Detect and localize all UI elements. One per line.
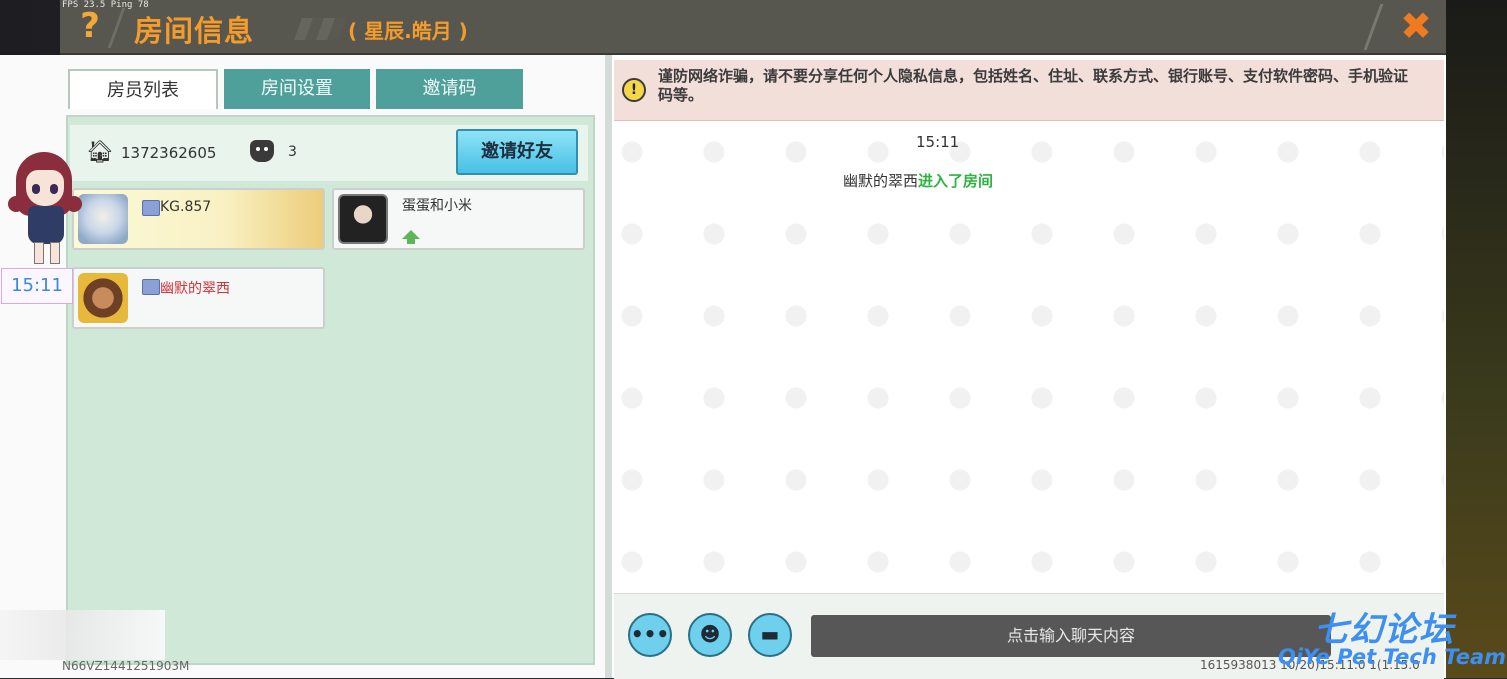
member-name: 幽默的翠西	[160, 281, 230, 297]
character-eye	[50, 184, 58, 194]
more-icon[interactable]: •••	[628, 613, 672, 657]
crown-icon	[142, 279, 160, 295]
emoji-icon[interactable]: ☻	[688, 613, 732, 657]
tab-member-list[interactable]: 房员列表	[68, 69, 218, 109]
member-card[interactable]: 蛋蛋和小米	[332, 188, 585, 250]
left-margin	[0, 55, 60, 678]
room-id: 1372362605	[121, 144, 217, 162]
game-scene-strip	[1445, 0, 1507, 678]
character-avatar	[8, 152, 88, 264]
member-name: 蛋蛋和小米	[402, 198, 472, 214]
close-icon[interactable]: ✖	[1394, 6, 1438, 46]
page-title: 房间信息	[134, 14, 255, 48]
member-count: 3	[288, 144, 297, 160]
member-card[interactable]: KG.857	[72, 188, 325, 250]
keyboard-icon[interactable]: ▬	[748, 613, 792, 657]
character-leg	[34, 242, 44, 264]
character-body	[28, 206, 64, 244]
character-leg	[50, 242, 60, 264]
chat-message-area	[614, 122, 1444, 592]
tab-invite-code[interactable]: 邀请码	[376, 69, 523, 109]
chat-input[interactable]: 点击输入聊天内容	[811, 615, 1331, 657]
crown-icon	[142, 200, 160, 216]
avatar	[338, 194, 388, 244]
watermark-en: QiYe Pet Tech Team	[1278, 645, 1507, 669]
character-bun	[8, 196, 24, 212]
room-name: ( 星辰.皓月 )	[348, 19, 468, 43]
avatar	[78, 273, 128, 323]
character-eye	[32, 184, 40, 194]
member-card[interactable]: 幽默的翠西	[72, 267, 325, 329]
side-time-label: 15:11	[1, 268, 73, 304]
home-icon: 🏠︎	[86, 140, 114, 165]
tab-room-settings[interactable]: 房间设置	[224, 69, 370, 109]
blurred-region	[0, 610, 165, 660]
system-message: 幽默的翠西进入了房间	[843, 170, 993, 191]
fraud-warning-text: 谨防网络诈骗，请不要分享任何个人隐私信息，包括姓名、住址、联系方式、银行账号、支…	[658, 67, 1409, 104]
invite-friends-button[interactable]: 邀请好友	[456, 129, 578, 175]
member-name: KG.857	[160, 199, 212, 215]
message-action: 进入了房间	[918, 172, 994, 190]
watermark-cn: 七幻论坛	[1314, 610, 1454, 650]
player-id: N66VZ1441251903M	[62, 659, 190, 673]
member-count-icon	[250, 140, 274, 162]
message-user: 幽默的翠西	[843, 172, 919, 190]
title-decoration	[293, 18, 347, 40]
character-bun	[66, 196, 82, 212]
chat-timestamp: 15:11	[916, 133, 960, 151]
help-icon[interactable]: ?	[75, 6, 105, 46]
title-bar	[60, 0, 1446, 55]
house-icon	[402, 230, 420, 244]
warning-icon: !	[622, 78, 646, 102]
